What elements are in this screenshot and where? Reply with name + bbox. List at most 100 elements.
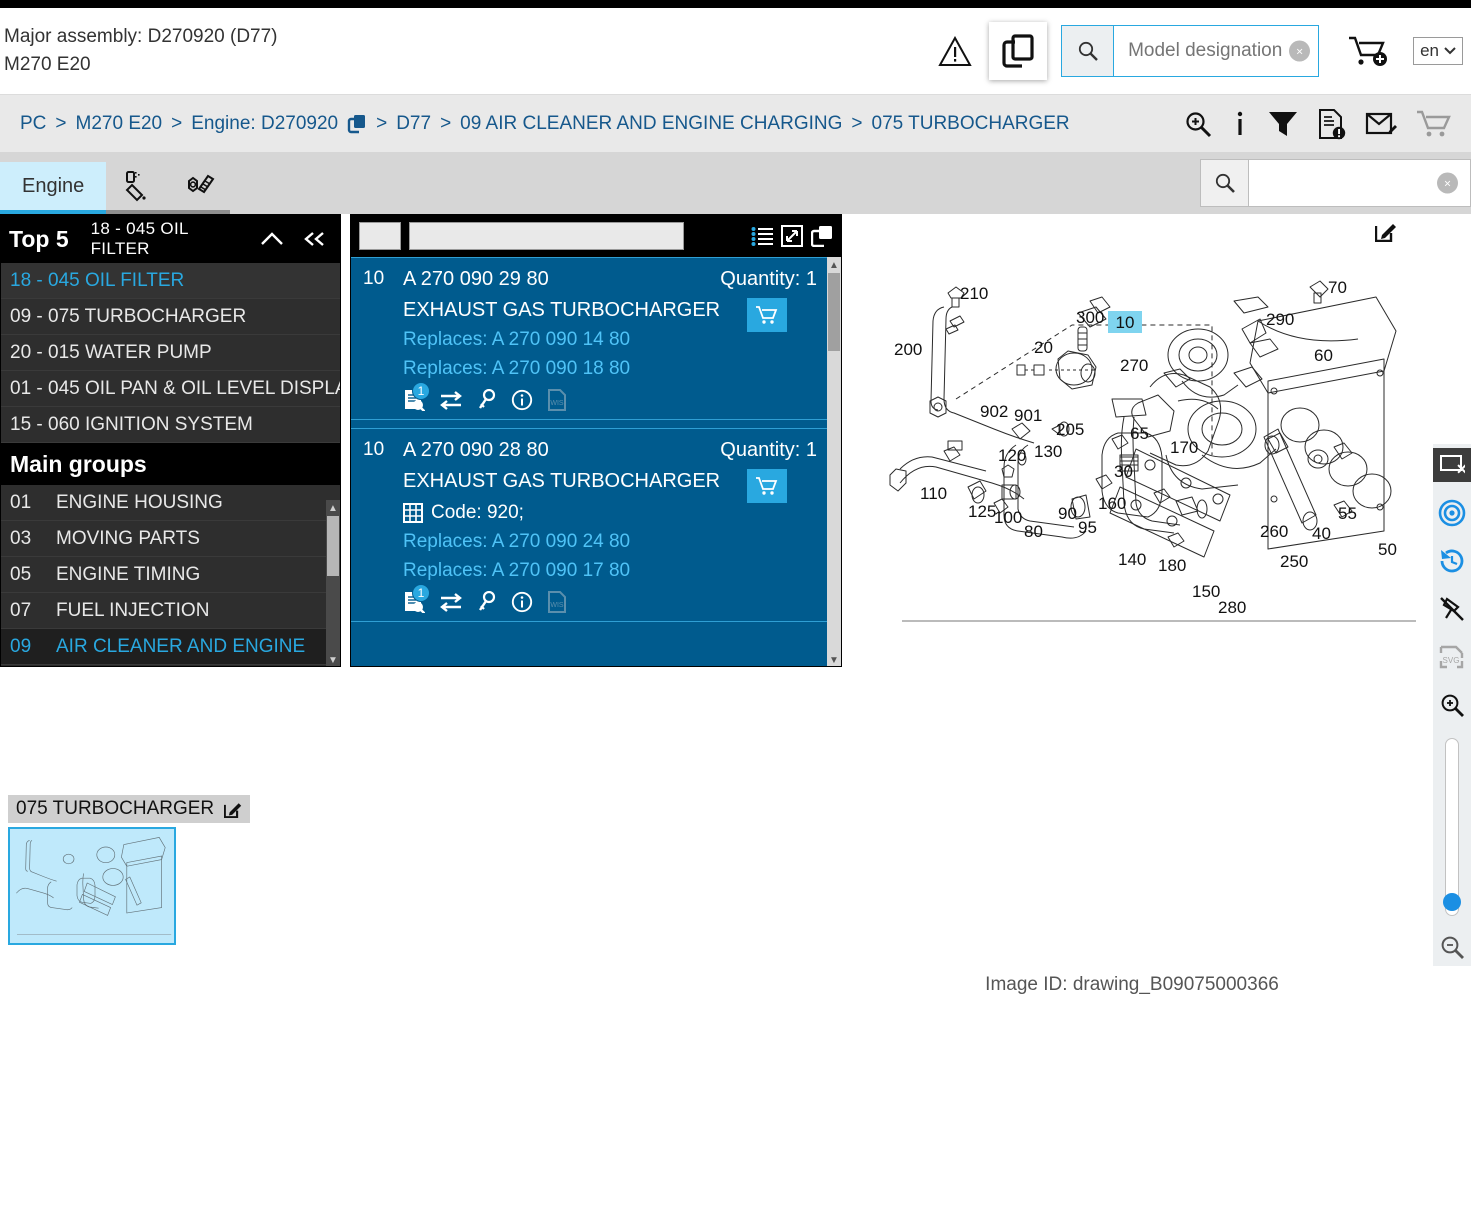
- collapse-up-icon[interactable]: [256, 230, 288, 248]
- breadcrumb-item-model[interactable]: M270 E20: [76, 113, 163, 135]
- parts-list-panel: 10 A 270 090 29 80 Quantity: 1 EXHAUST G…: [350, 214, 842, 667]
- parts-list-scrollbar[interactable]: ▲ ▼: [827, 257, 841, 666]
- main-group-item-01[interactable]: 01 ENGINE HOUSING: [1, 485, 340, 521]
- key-search-icon[interactable]: [477, 389, 497, 411]
- quantity-value: 1: [805, 268, 817, 290]
- top5-item-4[interactable]: 15 - 060 IGNITION SYSTEM: [1, 407, 340, 443]
- breadcrumb-copy-icon[interactable]: [347, 114, 367, 134]
- part-replaces-0[interactable]: Replaces: A 270 090 14 80: [351, 329, 829, 351]
- zoom-slider[interactable]: [1443, 738, 1461, 916]
- exchange-icon[interactable]: [439, 591, 463, 613]
- part-replaces-1[interactable]: Replaces: A 270 090 18 80: [351, 358, 829, 380]
- app-header: Major assembly: D270920 (D77) M270 E20 ×: [0, 8, 1471, 94]
- breadcrumb-item-subgroup[interactable]: 075 TURBOCHARGER: [872, 113, 1070, 135]
- close-panel-icon[interactable]: ✕: [1433, 448, 1471, 482]
- tab-engine[interactable]: Engine: [0, 162, 107, 214]
- info-circle-icon[interactable]: [511, 591, 533, 613]
- breadcrumb-separator: >: [851, 112, 863, 134]
- scrollbar-thumb[interactable]: [327, 516, 339, 576]
- svg-text:270: 270: [1120, 356, 1148, 375]
- breadcrumb-item-d77[interactable]: D77: [396, 113, 431, 135]
- part-number[interactable]: A 270 090 29 80: [403, 268, 720, 291]
- svg-text:150: 150: [1192, 582, 1220, 601]
- key-search-icon[interactable]: [477, 591, 497, 613]
- grid-table-icon[interactable]: [403, 503, 423, 523]
- zoom-in-icon[interactable]: [1183, 109, 1213, 139]
- copy-pages-icon[interactable]: [989, 22, 1048, 80]
- list-view-icon[interactable]: [751, 226, 773, 246]
- scroll-down-icon[interactable]: ▼: [326, 652, 340, 666]
- status-badge: 1: [412, 382, 430, 400]
- top5-item-3[interactable]: 01 - 045 OIL PAN & OIL LEVEL DISPLAY: [1, 371, 340, 407]
- svg-text:280: 280: [1218, 598, 1246, 617]
- parts-search-field[interactable]: ×: [1249, 160, 1470, 206]
- target-icon[interactable]: [1435, 496, 1469, 530]
- model-search-field[interactable]: ×: [1114, 26, 1319, 76]
- zoom-in-icon[interactable]: [1435, 688, 1469, 722]
- part-replaces-1[interactable]: Replaces: A 270 090 17 80: [351, 560, 829, 582]
- edit-pencil-icon[interactable]: [224, 800, 242, 818]
- svg-text:40: 40: [1312, 524, 1331, 543]
- reset-history-icon[interactable]: [1435, 544, 1469, 578]
- main-group-item-07[interactable]: 07 FUEL INJECTION: [1, 593, 340, 629]
- scrollbar-thumb[interactable]: [828, 273, 840, 351]
- top5-item-2[interactable]: 20 - 015 WATER PUMP: [1, 335, 340, 371]
- document-alert-icon[interactable]: [1317, 108, 1347, 140]
- main-group-item-03[interactable]: 03 MOVING PARTS: [1, 521, 340, 557]
- top5-header: Top 5 18 - 045 OIL FILTER: [1, 215, 340, 263]
- copy-pages-icon[interactable]: [811, 225, 833, 247]
- parts-search-box[interactable]: ×: [1200, 159, 1471, 207]
- table-row[interactable]: 10 A 270 090 29 80 Quantity: 1 EXHAUST G…: [351, 257, 829, 420]
- add-to-cart-button[interactable]: [747, 469, 787, 503]
- part-replaces-0[interactable]: Replaces: A 270 090 24 80: [351, 531, 829, 553]
- document-search-icon[interactable]: 1: [403, 584, 430, 613]
- info-circle-icon[interactable]: [511, 389, 533, 411]
- main-groups-scrollbar[interactable]: ▲ ▼: [326, 500, 340, 666]
- top5-item-1[interactable]: 09 - 075 TURBOCHARGER: [1, 299, 340, 335]
- breadcrumb-item-pc[interactable]: PC: [20, 113, 46, 135]
- cart-add-icon[interactable]: [1341, 23, 1397, 79]
- exchange-icon[interactable]: [439, 389, 463, 411]
- breadcrumb-item-engine[interactable]: Engine: D270920: [191, 113, 338, 135]
- top5-item-0[interactable]: 18 - 045 OIL FILTER: [1, 263, 340, 299]
- scroll-up-icon[interactable]: ▲: [326, 500, 340, 516]
- exploded-parts-diagram[interactable]: 10 210 200 20 902 901 205 120 130 110 12…: [882, 269, 1422, 649]
- breadcrumb-item-group[interactable]: 09 AIR CLEANER AND ENGINE CHARGING: [460, 113, 842, 135]
- svg-text:901: 901: [1014, 406, 1042, 425]
- subgroup-thumbnail-image[interactable]: [8, 827, 176, 945]
- thumbnail-caption: 075 TURBOCHARGER: [8, 795, 251, 823]
- table-row[interactable]: 10 A 270 090 28 80 Quantity: 1 EXHAUST G…: [351, 428, 829, 622]
- cart-icon[interactable]: [1415, 109, 1453, 139]
- language-selector[interactable]: en: [1413, 37, 1463, 65]
- drawing-viewport[interactable]: 10 210 200 20 902 901 205 120 130 110 12…: [852, 214, 1416, 744]
- parts-filter-large[interactable]: [409, 222, 684, 250]
- main-group-item-05[interactable]: 05 ENGINE TIMING: [1, 557, 340, 593]
- main-group-item-09[interactable]: 09 AIR CLEANER AND ENGINE: [1, 629, 340, 665]
- parts-search-clear-icon[interactable]: ×: [1437, 172, 1458, 194]
- edit-pencil-icon[interactable]: [1375, 220, 1397, 242]
- scroll-down-icon[interactable]: ▼: [827, 652, 841, 666]
- tab-hardware[interactable]: [168, 162, 231, 214]
- filter-icon[interactable]: [1267, 109, 1299, 139]
- info-icon[interactable]: [1231, 109, 1249, 139]
- mail-edit-icon[interactable]: [1365, 109, 1397, 139]
- model-search-input[interactable]: [1114, 40, 1319, 62]
- svg-text:WIS: WIS: [550, 602, 564, 609]
- parts-filter-small[interactable]: [359, 222, 401, 250]
- part-number[interactable]: A 270 090 28 80: [403, 439, 720, 462]
- scroll-up-icon[interactable]: ▲: [827, 257, 841, 273]
- unpin-icon[interactable]: [1435, 592, 1469, 626]
- model-search-clear-icon[interactable]: ×: [1289, 40, 1311, 62]
- svg-export-icon[interactable]: SVG: [1435, 640, 1469, 674]
- document-search-icon[interactable]: 1: [403, 382, 430, 411]
- model-search-box[interactable]: ×: [1061, 25, 1320, 77]
- collapse-left-icon[interactable]: [298, 230, 332, 248]
- zoom-out-icon[interactable]: [1435, 930, 1469, 964]
- add-to-cart-button[interactable]: [747, 298, 787, 332]
- zoom-slider-handle[interactable]: [1443, 893, 1461, 911]
- expand-icon[interactable]: [781, 225, 803, 247]
- part-code: Code: 920;: [431, 502, 524, 523]
- tab-engine-label: Engine: [22, 174, 85, 197]
- tab-paint[interactable]: [106, 162, 169, 214]
- warning-triangle-icon[interactable]: [927, 23, 983, 79]
